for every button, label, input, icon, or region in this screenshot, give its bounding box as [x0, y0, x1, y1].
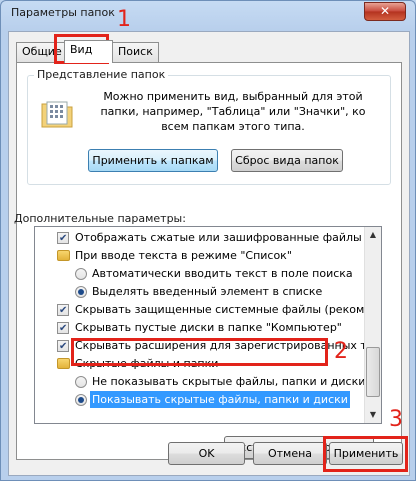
- annotation-box-3: [323, 436, 408, 472]
- checkbox[interactable]: [57, 338, 69, 355]
- folder-view-icon: [41, 101, 73, 128]
- tab-search[interactable]: Поиск: [112, 42, 159, 62]
- folder-view-group: Представление папок Можно применить вид,…: [27, 68, 391, 185]
- close-icon: ✕: [379, 4, 391, 18]
- list-item-label: Автоматически вводить текст в поле поиск…: [92, 267, 353, 280]
- list-item-label: Скрывать защищенные системные файлы (рек…: [75, 303, 381, 316]
- view-tab-panel: Представление папок Можно применить вид,…: [14, 62, 402, 460]
- cancel-button[interactable]: Отмена: [253, 442, 327, 465]
- scroll-down-icon[interactable]: ▼: [365, 407, 381, 423]
- list-item-label: Выделять введенный элемент в списке: [92, 285, 323, 298]
- radio-button[interactable]: [75, 268, 87, 280]
- folder-icon: [57, 358, 70, 369]
- folder-view-legend: Представление папок: [34, 68, 169, 81]
- apply-to-folders-button[interactable]: Применить к папкам: [88, 149, 218, 172]
- tab-view-label: Вид: [70, 43, 93, 56]
- radio-button[interactable]: [75, 394, 87, 406]
- reset-folders-button[interactable]: Сброс вида папок: [231, 149, 343, 172]
- scroll-thumb[interactable]: [366, 347, 380, 397]
- list-item-label: При вводе текста в режиме "Список": [75, 249, 292, 262]
- folder-options-window: Параметры папок ✕ Общие Вид Поиск Предст…: [0, 0, 416, 481]
- advanced-settings-label: Дополнительные параметры:: [14, 212, 186, 225]
- radio-button[interactable]: [75, 286, 87, 298]
- list-item-label: Показывать скрытые файлы, папки и диски: [90, 391, 350, 408]
- checkbox[interactable]: [57, 302, 69, 319]
- radio-button[interactable]: [75, 376, 87, 388]
- annotation-number-2: 2: [334, 339, 348, 364]
- close-button[interactable]: ✕: [364, 2, 406, 21]
- folder-icon: [57, 250, 70, 261]
- checkbox[interactable]: [57, 230, 69, 247]
- list-item-label: Не показывать скрытые файлы, папки и дис…: [92, 375, 366, 388]
- dialog-client-area: Общие Вид Поиск Представление папок Можн…: [8, 31, 410, 476]
- vertical-scrollbar[interactable]: ▲ ▼: [364, 227, 381, 423]
- folder-view-description: Можно применить вид, выбранный для этой …: [100, 90, 366, 133]
- advanced-settings-list[interactable]: Отображать сжатые или зашифрованные файл…: [34, 226, 382, 424]
- list-item-label: Скрывать пустые диски в папке "Компьютер…: [75, 321, 342, 334]
- window-title: Параметры папок: [11, 6, 115, 19]
- tab-search-label: Поиск: [118, 45, 153, 58]
- tab-strip: Общие Вид Поиск: [16, 40, 396, 63]
- list-item-label: Отображать сжатые или зашифрованные файл…: [75, 231, 382, 244]
- annotation-number-3: 3: [389, 407, 403, 432]
- scroll-up-icon[interactable]: ▲: [365, 227, 381, 243]
- tab-view[interactable]: Вид: [64, 40, 113, 63]
- annotation-number-1: 1: [117, 7, 131, 32]
- ok-button[interactable]: OK: [168, 442, 245, 465]
- checkbox[interactable]: [57, 320, 69, 337]
- annotation-box-2: [71, 338, 328, 366]
